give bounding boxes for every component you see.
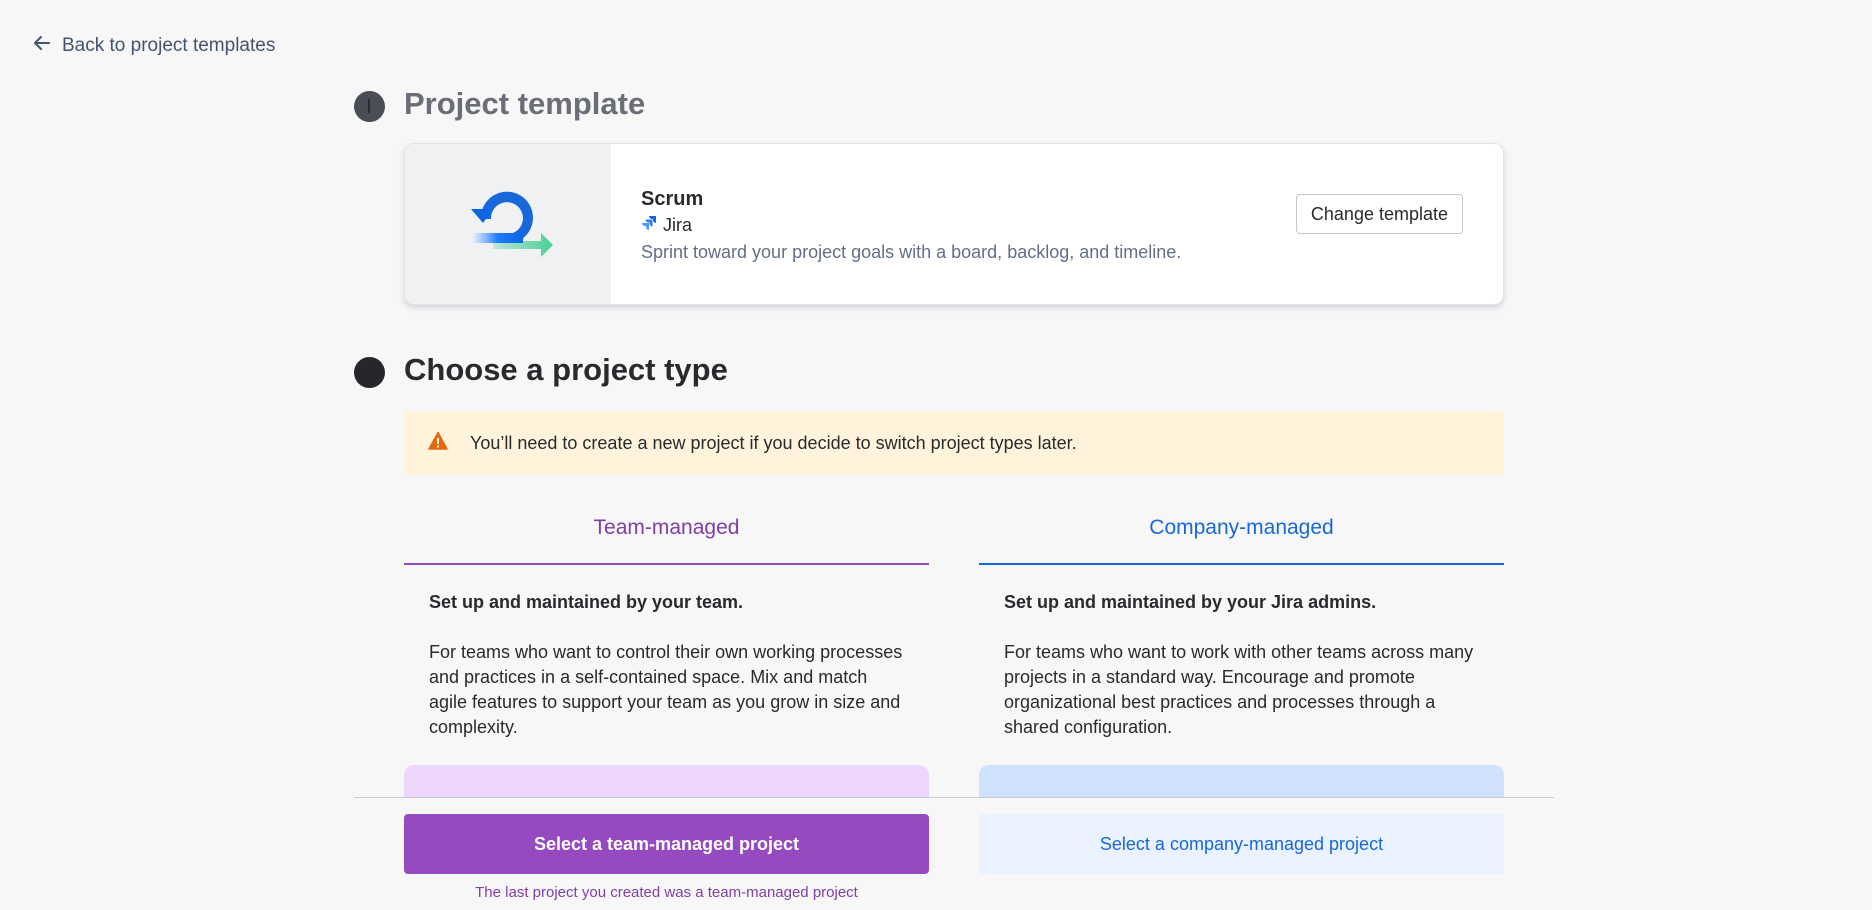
company-managed-preview	[979, 765, 1504, 797]
step-2-indicator	[354, 357, 385, 388]
team-managed-preview	[404, 765, 929, 797]
team-managed-description: Set up and maintained by your team. For …	[429, 590, 909, 740]
jira-logo-icon	[641, 215, 657, 236]
tab-team-managed[interactable]: Team-managed	[404, 516, 929, 565]
change-template-button[interactable]: Change template	[1295, 194, 1463, 234]
template-description: Sprint toward your project goals with a …	[641, 242, 1182, 262]
back-to-templates-link[interactable]: Back to project templates	[32, 33, 275, 59]
team-managed-body: For teams who want to control their own …	[429, 642, 903, 737]
step-1-indicator	[354, 91, 385, 122]
template-info: Scrum Jira Sprint toward your project go…	[641, 188, 1181, 263]
select-company-managed-button[interactable]: Select a company-managed project	[979, 814, 1504, 874]
company-managed-lead: Set up and maintained by your Jira admin…	[1004, 592, 1377, 612]
footer-actions: Select a team-managed project Select a c…	[354, 797, 1554, 910]
warning-icon	[428, 431, 448, 456]
company-managed-body: For teams who want to work with other te…	[1004, 642, 1474, 737]
tab-company-managed[interactable]: Company-managed	[979, 516, 1504, 565]
template-name: Scrum	[641, 188, 704, 210]
arrow-left-icon	[32, 33, 52, 59]
warning-text: You’ll need to create a new project if y…	[470, 432, 1077, 453]
team-managed-lead: Set up and maintained by your team.	[429, 592, 744, 612]
template-product-label: Jira	[663, 215, 693, 235]
step-2-title: Choose a project type	[404, 352, 728, 387]
select-team-managed-button[interactable]: Select a team-managed project	[404, 814, 929, 874]
template-product: Jira	[641, 215, 1181, 236]
back-link-label: Back to project templates	[62, 35, 276, 56]
step-1-title: Project template	[404, 86, 646, 121]
last-project-note: The last project you created was a team-…	[475, 884, 858, 901]
switch-type-warning: You’ll need to create a new project if y…	[404, 411, 1504, 475]
template-card: Scrum Jira Sprint toward your project go…	[404, 143, 1504, 305]
company-managed-description: Set up and maintained by your Jira admin…	[1004, 590, 1484, 740]
create-project-page: Back to project templates Project templa…	[0, 0, 1872, 910]
scrum-illustration	[405, 144, 611, 304]
